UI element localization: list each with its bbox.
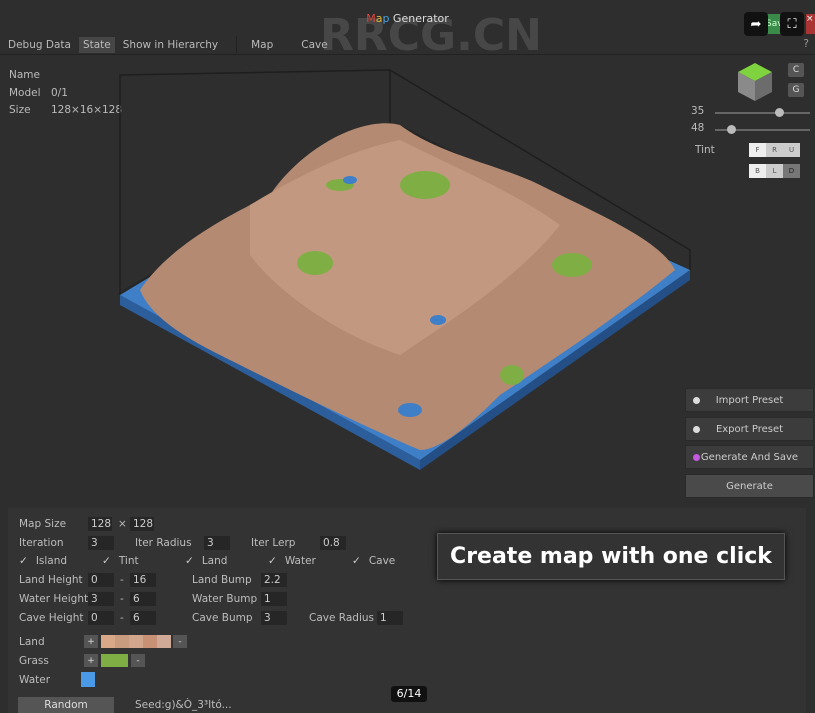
island-checkbox[interactable]: Island <box>19 555 67 567</box>
grass-patch <box>552 253 592 277</box>
slider1-value: 35 <box>691 105 705 117</box>
seed-label: Seed:g)&Ò_3³Itó... <box>135 699 232 711</box>
grass-add-button[interactable]: + <box>84 654 98 667</box>
grass-color-label: Grass <box>19 655 49 667</box>
water-color-label: Water <box>19 674 51 686</box>
tab-cave[interactable]: Cave <box>297 37 331 53</box>
water-min-field[interactable]: 3 <box>88 592 114 606</box>
fullscreen-icon[interactable]: ⛶ <box>780 12 804 36</box>
generate-button[interactable]: Generate <box>685 474 814 498</box>
grass-patch <box>297 251 333 275</box>
land-color-label: Land <box>19 636 45 648</box>
c-button[interactable]: C <box>788 63 804 77</box>
tint-f-button[interactable]: F <box>749 143 766 157</box>
tab-debug-data[interactable]: Debug Data <box>4 37 75 53</box>
lake <box>398 403 422 417</box>
tab-map[interactable]: Map <box>247 37 277 53</box>
grass-color-swatch[interactable] <box>101 654 128 667</box>
slider1-handle[interactable] <box>775 108 784 117</box>
iteration-field[interactable]: 3 <box>88 536 114 550</box>
export-preset-button[interactable]: Export Preset <box>685 417 814 441</box>
share-icon[interactable]: ➦ <box>744 12 768 36</box>
cave-radius-field[interactable]: 1 <box>377 611 403 625</box>
water-bump-label: Water Bump <box>192 593 258 605</box>
land-add-button[interactable]: + <box>84 635 98 648</box>
water-max-field[interactable]: 6 <box>130 592 156 606</box>
map-width-field[interactable]: 128 <box>88 517 112 531</box>
dash: - <box>120 612 124 624</box>
water-checkbox[interactable]: Water <box>268 555 316 567</box>
land-color-stop[interactable] <box>157 635 171 648</box>
tint-top-row: FRU <box>749 143 800 157</box>
dash: - <box>120 574 124 586</box>
times-label: × <box>118 518 127 530</box>
land-max-field[interactable]: 16 <box>130 573 156 587</box>
dot-icon <box>693 426 700 433</box>
grass-remove-button[interactable]: - <box>131 654 145 667</box>
land-bump-label: Land Bump <box>192 574 252 586</box>
iter-radius-label: Iter Radius <box>135 537 192 549</box>
tint-bottom-row: BLD <box>749 164 800 178</box>
page-indicator: 6/14 <box>391 686 427 702</box>
land-checkbox[interactable]: Land <box>185 555 228 567</box>
random-button[interactable]: Random <box>18 697 114 713</box>
land-color-gradient[interactable] <box>101 635 171 648</box>
water-bump-field[interactable]: 1 <box>261 592 287 606</box>
tab-show-in-hierarchy[interactable]: Show in Hierarchy <box>119 37 222 53</box>
water-height-label: Water Height <box>19 593 89 605</box>
divider <box>236 35 238 54</box>
lake <box>343 176 357 184</box>
g-button[interactable]: G <box>788 83 804 97</box>
tint-checkbox[interactable]: Tint <box>102 555 139 567</box>
cave-min-field[interactable]: 0 <box>88 611 114 625</box>
slider2-handle[interactable] <box>727 125 736 134</box>
land-color-stop[interactable] <box>143 635 157 648</box>
iter-lerp-label: Iter Lerp <box>251 537 296 549</box>
cave-bump-field[interactable]: 3 <box>261 611 287 625</box>
help-button[interactable]: ? <box>803 38 809 50</box>
tint-d-button[interactable]: D <box>783 164 800 178</box>
window-title: Map Generator <box>366 12 449 25</box>
cave-bump-label: Cave Bump <box>192 612 253 624</box>
slider2[interactable] <box>715 125 810 134</box>
dot-icon <box>693 397 700 404</box>
grass-patch <box>400 171 450 199</box>
tint-b-button[interactable]: B <box>749 164 766 178</box>
land-color-stop[interactable] <box>101 635 115 648</box>
tint-r-button[interactable]: R <box>766 143 783 157</box>
toolbar: Debug Data State Show in Hierarchy Map C… <box>0 35 815 55</box>
caption-banner: Create map with one click <box>437 533 785 580</box>
cave-checkbox[interactable]: Cave <box>352 555 395 567</box>
tint-u-button[interactable]: U <box>783 143 800 157</box>
lake <box>430 315 446 325</box>
view-cube-icon[interactable] <box>738 63 772 101</box>
tab-state[interactable]: State <box>78 36 115 53</box>
land-remove-button[interactable]: - <box>173 635 187 648</box>
cave-height-label: Cave Height <box>19 612 84 624</box>
iter-lerp-field[interactable]: 0.8 <box>320 536 346 550</box>
close-button[interactable]: × <box>806 14 815 34</box>
land-color-stop[interactable] <box>129 635 143 648</box>
land-height-label: Land Height <box>19 574 83 586</box>
generate-and-save-button[interactable]: Generate And Save <box>685 445 814 469</box>
slider1[interactable] <box>715 108 810 117</box>
tint-label: Tint <box>695 144 715 156</box>
water-color-swatch[interactable] <box>81 672 95 687</box>
iter-radius-field[interactable]: 3 <box>204 536 230 550</box>
land-bump-field[interactable]: 2.2 <box>261 573 287 587</box>
tint-l-button[interactable]: L <box>766 164 783 178</box>
map-height-field[interactable]: 128 <box>130 517 154 531</box>
cave-radius-label: Cave Radius <box>309 612 374 624</box>
map-size-label: Map Size <box>19 518 67 530</box>
dash: - <box>120 593 124 605</box>
iteration-label: Iteration <box>19 537 64 549</box>
cave-max-field[interactable]: 6 <box>130 611 156 625</box>
dot-icon <box>693 454 700 461</box>
grass-patch <box>500 365 524 385</box>
slider2-value: 48 <box>691 122 705 134</box>
import-preset-button[interactable]: Import Preset <box>685 388 814 412</box>
land-color-stop[interactable] <box>115 635 129 648</box>
land-min-field[interactable]: 0 <box>88 573 114 587</box>
